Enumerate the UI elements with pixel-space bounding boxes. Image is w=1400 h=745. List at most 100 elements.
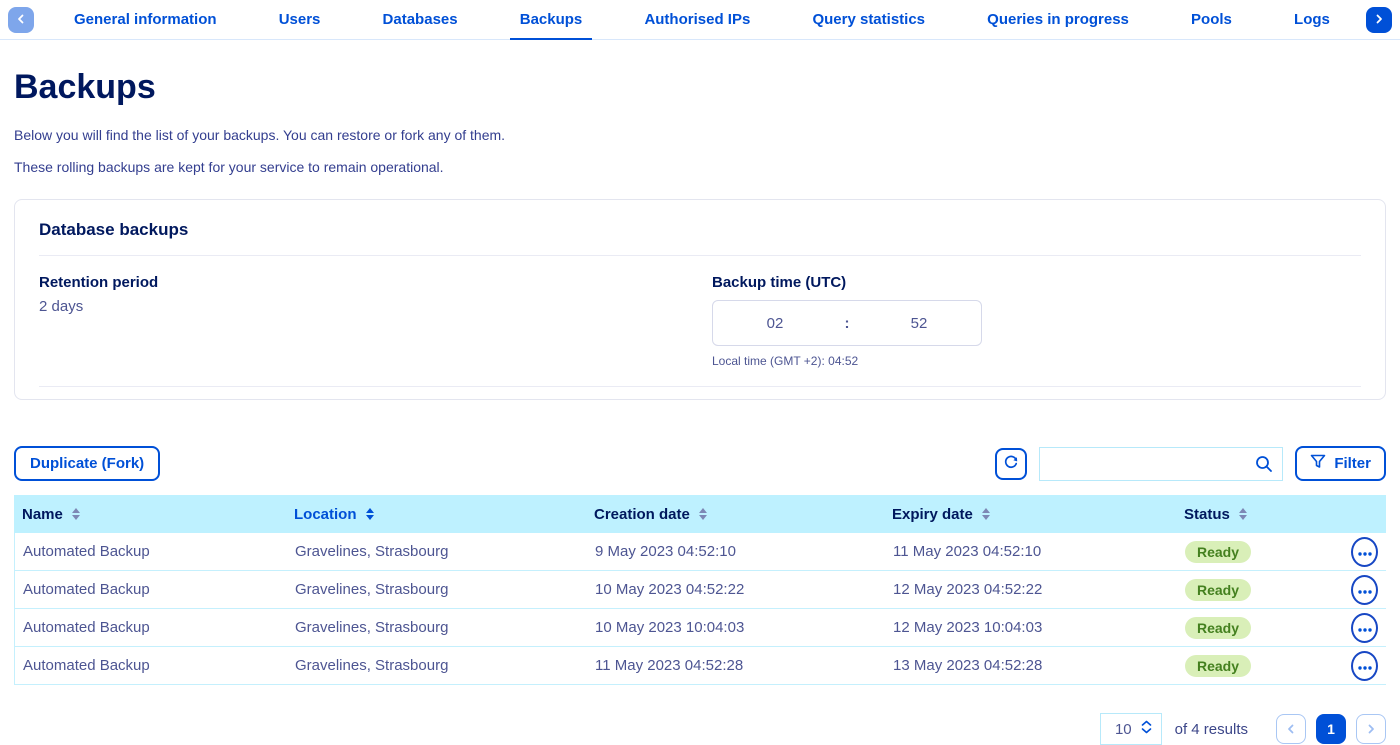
tab-backups[interactable]: Backups: [510, 0, 593, 40]
cell-expiry-date: 12 May 2023 10:04:03: [885, 619, 1177, 636]
page-size-select[interactable]: 10: [1100, 713, 1162, 745]
search-input[interactable]: [1040, 448, 1282, 480]
page-1-button[interactable]: 1: [1316, 714, 1346, 744]
pagination: 10 of 4 results 1: [14, 713, 1386, 745]
table-body: Automated Backup Gravelines, Strasbourg …: [14, 533, 1386, 685]
chevron-right-icon: [1366, 722, 1376, 737]
cell-name: Automated Backup: [15, 581, 287, 598]
cell-name: Automated Backup: [15, 619, 287, 636]
table-row: Automated Backup Gravelines, Strasbourg …: [15, 571, 1386, 609]
results-count-text: of 4 results: [1175, 721, 1248, 738]
cell-expiry-date: 12 May 2023 04:52:22: [885, 581, 1177, 598]
backup-time-hours[interactable]: 02: [713, 315, 837, 332]
intro-text-2: These rolling backups are kept for your …: [14, 159, 1386, 175]
tabs-scroll-right-button[interactable]: [1366, 7, 1392, 33]
tab-authorised-ips[interactable]: Authorised IPs: [634, 0, 760, 40]
refresh-icon: [1003, 454, 1019, 474]
sort-icon: [1239, 508, 1247, 520]
tab-query-statistics[interactable]: Query statistics: [802, 0, 935, 40]
cell-location: Gravelines, Strasbourg: [287, 581, 587, 598]
cell-status: Ready: [1177, 617, 1343, 639]
filter-button-label: Filter: [1334, 455, 1371, 472]
previous-page-button[interactable]: [1276, 714, 1306, 744]
row-actions-button[interactable]: [1351, 613, 1378, 643]
card-divider-top: [39, 255, 1361, 256]
cell-status: Ready: [1177, 655, 1343, 677]
column-header-status[interactable]: Status: [1176, 506, 1342, 523]
intro-text-1: Below you will find the list of your bac…: [14, 127, 1386, 143]
tabs-scroll-left-button[interactable]: [8, 7, 34, 33]
chevron-left-icon: [16, 12, 26, 27]
card-title: Database backups: [39, 220, 1361, 240]
next-page-button[interactable]: [1356, 714, 1386, 744]
backups-table: Name Location Creation date Expiry date …: [14, 495, 1386, 685]
column-header-expiry-date[interactable]: Expiry date: [884, 506, 1176, 523]
tab-logs[interactable]: Logs: [1284, 0, 1340, 40]
retention-period-field: Retention period 2 days: [39, 274, 688, 368]
cell-location: Gravelines, Strasbourg: [287, 543, 587, 560]
status-badge: Ready: [1185, 541, 1251, 563]
backup-time-colon: :: [837, 315, 857, 332]
tab-users[interactable]: Users: [269, 0, 331, 40]
row-actions-button[interactable]: [1351, 575, 1378, 605]
filter-funnel-icon: [1310, 454, 1326, 473]
local-time-note: Local time (GMT +2): 04:52: [712, 354, 1361, 368]
cell-creation-date: 10 May 2023 10:04:03: [587, 619, 885, 636]
search-icon[interactable]: [1254, 454, 1274, 479]
cell-status: Ready: [1177, 579, 1343, 601]
cell-status: Ready: [1177, 541, 1343, 563]
sort-icon: [982, 508, 990, 520]
table-row: Automated Backup Gravelines, Strasbourg …: [15, 533, 1386, 571]
column-header-name[interactable]: Name: [14, 506, 286, 523]
duplicate-fork-button[interactable]: Duplicate (Fork): [14, 446, 160, 481]
card-divider-bottom: [39, 386, 1361, 387]
retention-period-label: Retention period: [39, 274, 688, 291]
cell-creation-date: 10 May 2023 04:52:22: [587, 581, 885, 598]
backup-time-minutes[interactable]: 52: [857, 315, 981, 332]
cell-name: Automated Backup: [15, 657, 287, 674]
ellipsis-icon: [1358, 620, 1372, 635]
tab-queries-in-progress[interactable]: Queries in progress: [977, 0, 1139, 40]
page-title: Backups: [14, 68, 1386, 107]
row-actions-button[interactable]: [1351, 537, 1378, 567]
table-toolbar: Duplicate (Fork): [14, 446, 1386, 481]
refresh-button[interactable]: [995, 448, 1027, 480]
ellipsis-icon: [1358, 582, 1372, 597]
table-header-row: Name Location Creation date Expiry date …: [14, 495, 1386, 533]
tab-databases[interactable]: Databases: [373, 0, 468, 40]
ellipsis-icon: [1358, 658, 1372, 673]
chevron-right-icon: [1374, 12, 1384, 27]
filter-button[interactable]: Filter: [1295, 446, 1386, 481]
table-row: Automated Backup Gravelines, Strasbourg …: [15, 609, 1386, 647]
page-size-value: 10: [1115, 721, 1132, 738]
search-box: [1039, 447, 1283, 481]
cell-location: Gravelines, Strasbourg: [287, 657, 587, 674]
retention-period-value: 2 days: [39, 298, 688, 315]
table-row: Automated Backup Gravelines, Strasbourg …: [15, 647, 1386, 685]
row-actions-button[interactable]: [1351, 651, 1378, 681]
tab-pools[interactable]: Pools: [1181, 0, 1242, 40]
backup-time-picker[interactable]: 02 : 52: [712, 300, 982, 346]
status-badge: Ready: [1185, 579, 1251, 601]
tab-list: General information Users Databases Back…: [34, 0, 1366, 40]
column-header-creation-date[interactable]: Creation date: [586, 506, 884, 523]
cell-expiry-date: 13 May 2023 04:52:28: [885, 657, 1177, 674]
chevron-left-icon: [1286, 722, 1296, 737]
cell-location: Gravelines, Strasbourg: [287, 619, 587, 636]
sort-icon: [72, 508, 80, 520]
backup-time-field: Backup time (UTC) 02 : 52 Local time (GM…: [712, 274, 1361, 368]
tab-general-information[interactable]: General information: [64, 0, 227, 40]
chevron-up-down-icon: [1141, 720, 1152, 738]
cell-creation-date: 9 May 2023 04:52:10: [587, 543, 885, 560]
tab-bar: General information Users Databases Back…: [0, 0, 1400, 40]
column-header-location[interactable]: Location: [286, 506, 586, 523]
cell-expiry-date: 11 May 2023 04:52:10: [885, 543, 1177, 560]
ellipsis-icon: [1358, 544, 1372, 559]
cell-creation-date: 11 May 2023 04:52:28: [587, 657, 885, 674]
sort-icon: [366, 508, 374, 520]
status-badge: Ready: [1185, 655, 1251, 677]
sort-icon: [699, 508, 707, 520]
cell-name: Automated Backup: [15, 543, 287, 560]
backup-time-label: Backup time (UTC): [712, 274, 1361, 291]
status-badge: Ready: [1185, 617, 1251, 639]
